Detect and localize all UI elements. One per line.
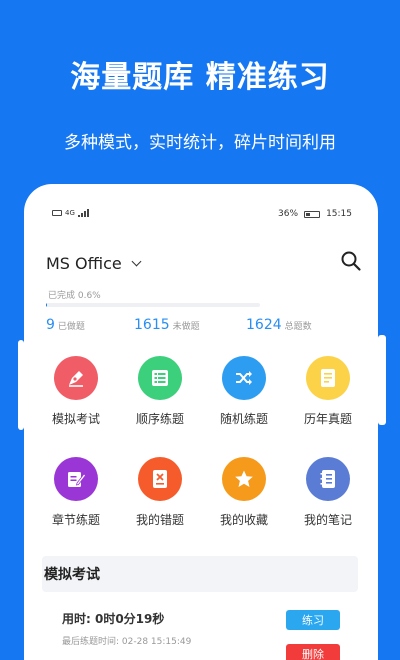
app-header: MS Office [46, 251, 362, 278]
feature-past-papers[interactable]: 历年真题 [286, 356, 370, 427]
record-time-used: 用时: 0时0分19秒 [62, 612, 165, 626]
feature-favorites[interactable]: 我的收藏 [202, 457, 286, 528]
list-icon [138, 356, 182, 400]
subject-title: MS Office [46, 254, 122, 273]
feature-label: 模拟考试 [51, 412, 100, 426]
subject-selector[interactable]: MS Office [46, 254, 142, 273]
practice-button[interactable]: 练习 [286, 610, 340, 630]
feature-label: 顺序练题 [135, 412, 184, 426]
stat-undone: 1615 未做题 [134, 314, 200, 333]
progress-label: 已完成 0.6% [48, 291, 101, 301]
notebook-icon [306, 457, 350, 501]
exam-section-header: 模拟考试 [42, 556, 358, 592]
edit-icon [54, 457, 98, 501]
progress-fill [46, 303, 48, 307]
promo-subline: 多种模式，实时统计，碎片时间利用 [64, 133, 336, 153]
document-icon [306, 356, 350, 400]
feature-wrong-answers[interactable]: 我的错题 [118, 457, 202, 528]
progress-bar [46, 303, 260, 307]
shuffle-icon [222, 356, 266, 400]
network-type: 4G [65, 209, 75, 217]
feature-grid-row-1: 模拟考试 顺序练题 随机练题 历年真题 [34, 356, 370, 427]
feature-random[interactable]: 随机练题 [202, 356, 286, 427]
feature-notes[interactable]: 我的笔记 [286, 457, 370, 528]
feature-label: 历年真题 [303, 412, 352, 426]
stat-undone-label: 未做题 [172, 322, 200, 332]
phone-side-button-right [378, 335, 386, 425]
stat-done-label: 已做题 [57, 322, 85, 332]
wrong-book-icon [138, 457, 182, 501]
clock: 15:15 [326, 209, 352, 219]
feature-grid-row-2: 章节练题 我的错题 我的收藏 我的笔记 [34, 457, 370, 528]
phone-screen: 4G 36% 15:15 MS Office 已完成 0.6% 9 已做题 161… [24, 184, 378, 660]
stat-done: 9 已做题 [46, 314, 85, 333]
star-icon [222, 457, 266, 501]
stat-total-value: 1624 [246, 317, 282, 333]
battery-icon [304, 210, 321, 218]
delete-button[interactable]: 删除 [286, 644, 340, 660]
feature-mock-exam[interactable]: 模拟考试 [34, 356, 118, 427]
promo-headline: 海量题库 精准练习 [70, 60, 330, 95]
stat-undone-value: 1615 [134, 317, 170, 333]
sim-icon [52, 210, 62, 216]
pen-icon [54, 356, 98, 400]
feature-label: 章节练题 [51, 513, 100, 527]
stats-row: 9 已做题 1615 未做题 1624 总题数 [46, 314, 366, 334]
record-last-practice: 最后练题时间: 02-28 15:15:49 [62, 637, 192, 647]
feature-label: 我的笔记 [303, 513, 352, 527]
stat-total-label: 总题数 [284, 322, 312, 332]
section-title: 模拟考试 [44, 567, 100, 583]
feature-label: 我的错题 [135, 513, 184, 527]
feature-label: 随机练题 [219, 412, 268, 426]
status-bar: 4G 36% 15:15 [24, 208, 378, 224]
stat-total: 1624 总题数 [246, 314, 312, 333]
stat-done-value: 9 [46, 317, 55, 333]
battery-percent: 36% [278, 209, 299, 219]
feature-chapters[interactable]: 章节练题 [34, 457, 118, 528]
signal-icon [77, 209, 89, 217]
feature-label: 我的收藏 [219, 513, 268, 527]
search-icon[interactable] [340, 250, 362, 272]
feature-sequential[interactable]: 顺序练题 [118, 356, 202, 427]
chevron-down-icon [131, 256, 142, 267]
